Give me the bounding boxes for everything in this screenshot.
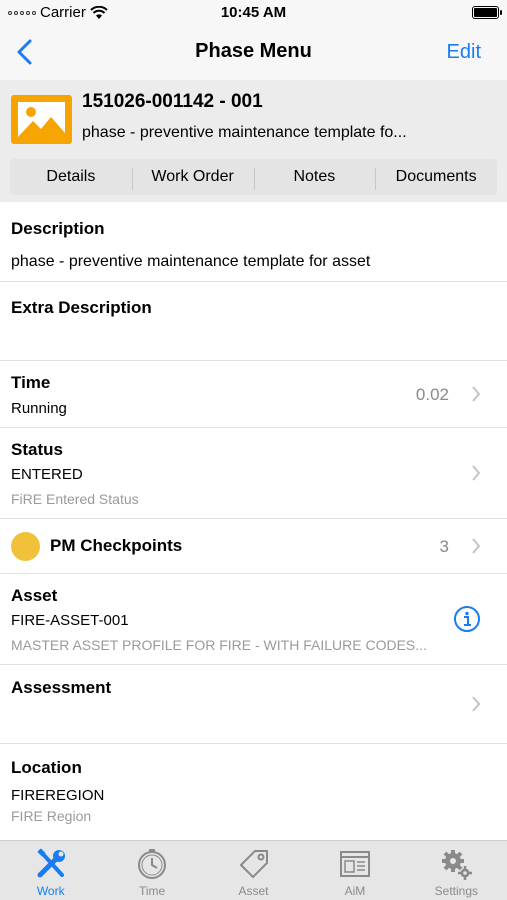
bottom-tab-bar: Work Time Asset AiM Settings	[0, 840, 507, 900]
image-placeholder-icon[interactable]	[11, 95, 72, 144]
status-label: Status	[11, 440, 63, 459]
tab-asset-label: Asset	[238, 884, 269, 898]
info-icon[interactable]	[453, 605, 481, 633]
status-row[interactable]: Status ENTERED FiRE Entered Status	[0, 428, 507, 519]
checkpoint-status-dot	[11, 532, 40, 561]
phase-header: 151026-001142 - 001 phase - preventive m…	[0, 80, 507, 202]
chevron-right-icon	[472, 465, 481, 481]
status-detail: FiRE Entered Status	[11, 491, 139, 507]
asset-label: Asset	[11, 586, 58, 605]
time-amount: 0.02	[415, 385, 449, 404]
asset-description: MASTER ASSET PROFILE FOR FIRE - WITH FAI…	[11, 637, 427, 653]
pm-checkpoints-count: 3	[439, 537, 449, 556]
gears-icon	[442, 850, 473, 880]
location-detail: FIRE Region	[11, 808, 92, 824]
location-value: FIREREGION	[11, 787, 105, 804]
tab-time-label: Time	[138, 884, 166, 898]
phase-number: 151026-001142 - 001	[82, 91, 263, 112]
page-title: Phase Menu	[195, 40, 312, 62]
status-time: 10:45 AM	[220, 4, 287, 21]
asset-row[interactable]: Asset FIRE-ASSET-001 MASTER ASSET PROFIL…	[0, 574, 507, 665]
tab-asset[interactable]: Asset	[203, 841, 304, 900]
description-label: Description	[11, 219, 105, 238]
tab-time[interactable]: Time	[101, 841, 202, 900]
phase-description: phase - preventive maintenance template …	[82, 124, 407, 141]
wrench-screwdriver-icon	[37, 848, 65, 878]
description-value: phase - preventive maintenance template …	[11, 253, 371, 270]
tab-settings-label: Settings	[434, 884, 478, 898]
location-label: Location	[11, 758, 82, 777]
chevron-right-icon	[472, 538, 481, 554]
edit-button[interactable]: Edit	[447, 41, 481, 64]
status-value: ENTERED	[11, 466, 83, 483]
tab-notes[interactable]: Notes	[253, 168, 376, 190]
asset-id: FIRE-ASSET-001	[11, 612, 129, 629]
browser-window-icon	[339, 851, 370, 877]
extra-description-row[interactable]: Extra Description	[0, 282, 507, 361]
tab-settings[interactable]: Settings	[406, 841, 507, 900]
time-row[interactable]: Time Running 0.02	[0, 361, 507, 428]
extra-description-label: Extra Description	[11, 298, 152, 317]
navigation-bar: Phase Menu Edit	[0, 26, 507, 80]
pm-checkpoints-label: PM Checkpoints	[50, 536, 183, 555]
clock-icon	[138, 849, 167, 879]
description-row: Description phase - preventive maintenan…	[0, 202, 507, 282]
location-row[interactable]: Location FIREREGION FIRE Region	[0, 744, 507, 840]
tab-work-label: Work	[36, 884, 65, 898]
time-label: Time	[11, 373, 51, 392]
tab-documents[interactable]: Documents	[375, 168, 497, 190]
time-status: Running	[11, 400, 67, 417]
tab-work-order[interactable]: Work Order	[131, 168, 254, 190]
chevron-right-icon	[472, 386, 481, 402]
tab-aim[interactable]: AiM	[304, 841, 405, 900]
battery-icon	[472, 6, 502, 19]
pm-checkpoints-row[interactable]: PM Checkpoints 3	[0, 519, 507, 574]
tab-aim-label: AiM	[344, 884, 366, 898]
assessment-row[interactable]: Assessment	[0, 665, 507, 744]
status-bar: Carrier 10:45 AM	[0, 0, 507, 26]
tag-icon	[239, 850, 268, 878]
assessment-label: Assessment	[11, 678, 112, 697]
segment-tabs: Details Work Order Notes Documents	[10, 159, 497, 195]
chevron-right-icon	[472, 696, 481, 712]
tab-work[interactable]: Work	[0, 841, 101, 900]
tab-details[interactable]: Details	[10, 168, 132, 186]
